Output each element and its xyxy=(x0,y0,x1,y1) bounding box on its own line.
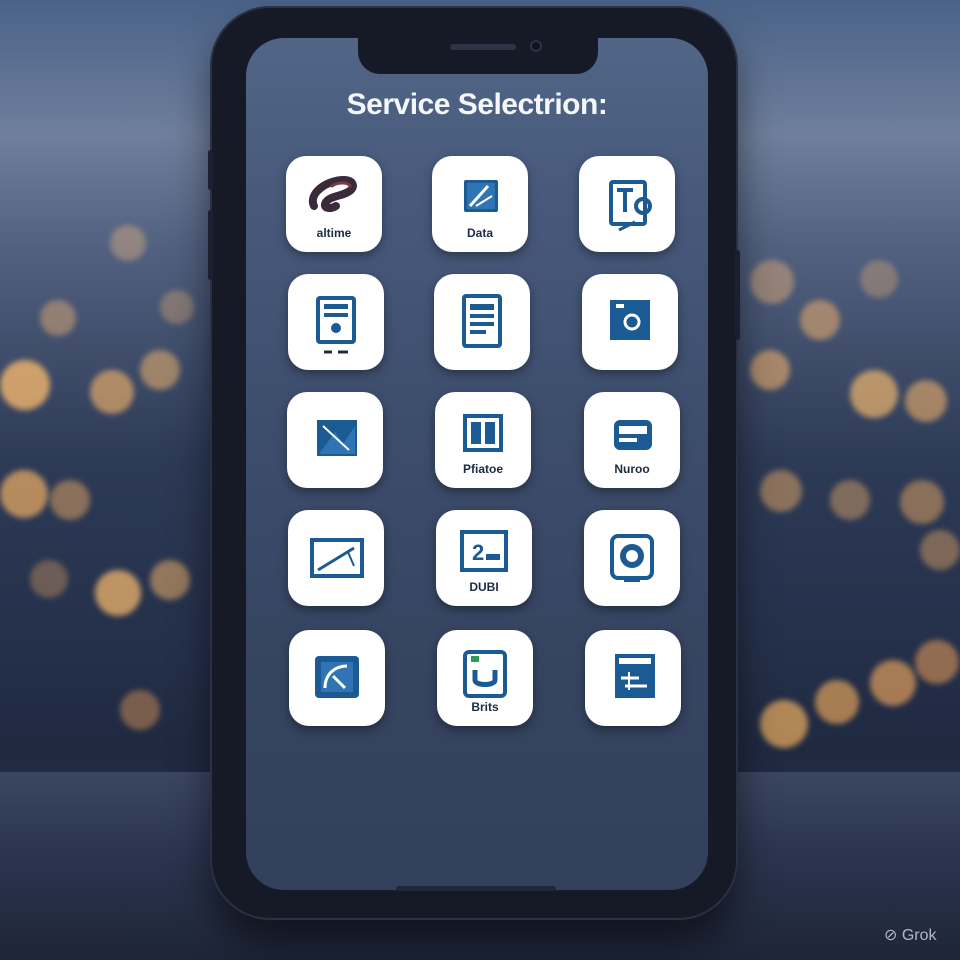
service-label: DUBI xyxy=(469,580,499,594)
service-tile-data[interactable]: Data xyxy=(432,156,528,252)
service-label: Nuroo xyxy=(614,462,650,476)
service-label: Data xyxy=(466,226,493,240)
service-label: Pfiatoe xyxy=(462,462,503,476)
ticket-icon xyxy=(615,654,655,698)
service-tile-ticket[interactable] xyxy=(585,630,681,726)
tc-icon xyxy=(609,180,652,232)
front-camera xyxy=(530,40,542,52)
service-tile-brits[interactable]: Brits xyxy=(437,630,533,726)
speaker-grille xyxy=(450,44,516,50)
service-tile-image[interactable] xyxy=(287,392,383,488)
bill-document-icon xyxy=(316,296,356,354)
volume-button xyxy=(208,210,213,280)
watermark-label: Grok xyxy=(901,927,937,944)
service-tile-tc[interactable] xyxy=(579,156,675,252)
notch xyxy=(358,36,598,74)
service-tile-camera[interactable] xyxy=(582,274,678,370)
gauge-icon xyxy=(610,534,654,582)
home-indicator[interactable] xyxy=(396,886,556,891)
service-label: Brits xyxy=(471,700,499,714)
camera-icon xyxy=(610,300,650,340)
sparkle-icon: ⊘ xyxy=(884,927,898,944)
service-tile-altime[interactable]: altime xyxy=(286,156,382,252)
service-tile-bill[interactable] xyxy=(288,274,384,370)
service-tile-gauge[interactable] xyxy=(584,510,680,606)
service-tile-tablet[interactable] xyxy=(288,510,384,606)
image-icon xyxy=(317,420,357,456)
tablet-icon xyxy=(310,538,364,578)
satellite-icon xyxy=(315,656,359,698)
document-icon xyxy=(462,294,502,348)
grok-watermark: ⊘ Grok xyxy=(884,925,937,945)
service-tile-satellite[interactable] xyxy=(289,630,385,726)
service-label: altime xyxy=(316,226,352,240)
side-button xyxy=(208,150,213,190)
screen-title: Service Selectrion: xyxy=(346,88,608,121)
service-tile-pfiatoe[interactable]: Pfiatoe xyxy=(435,392,531,488)
service-tile-document[interactable] xyxy=(434,274,530,370)
svg-text:2: 2 xyxy=(472,540,484,565)
power-button xyxy=(735,250,740,340)
service-tile-nuroo[interactable]: Nuroo xyxy=(584,392,680,488)
service-tile-dubi[interactable]: 2 DUBI xyxy=(436,510,532,606)
